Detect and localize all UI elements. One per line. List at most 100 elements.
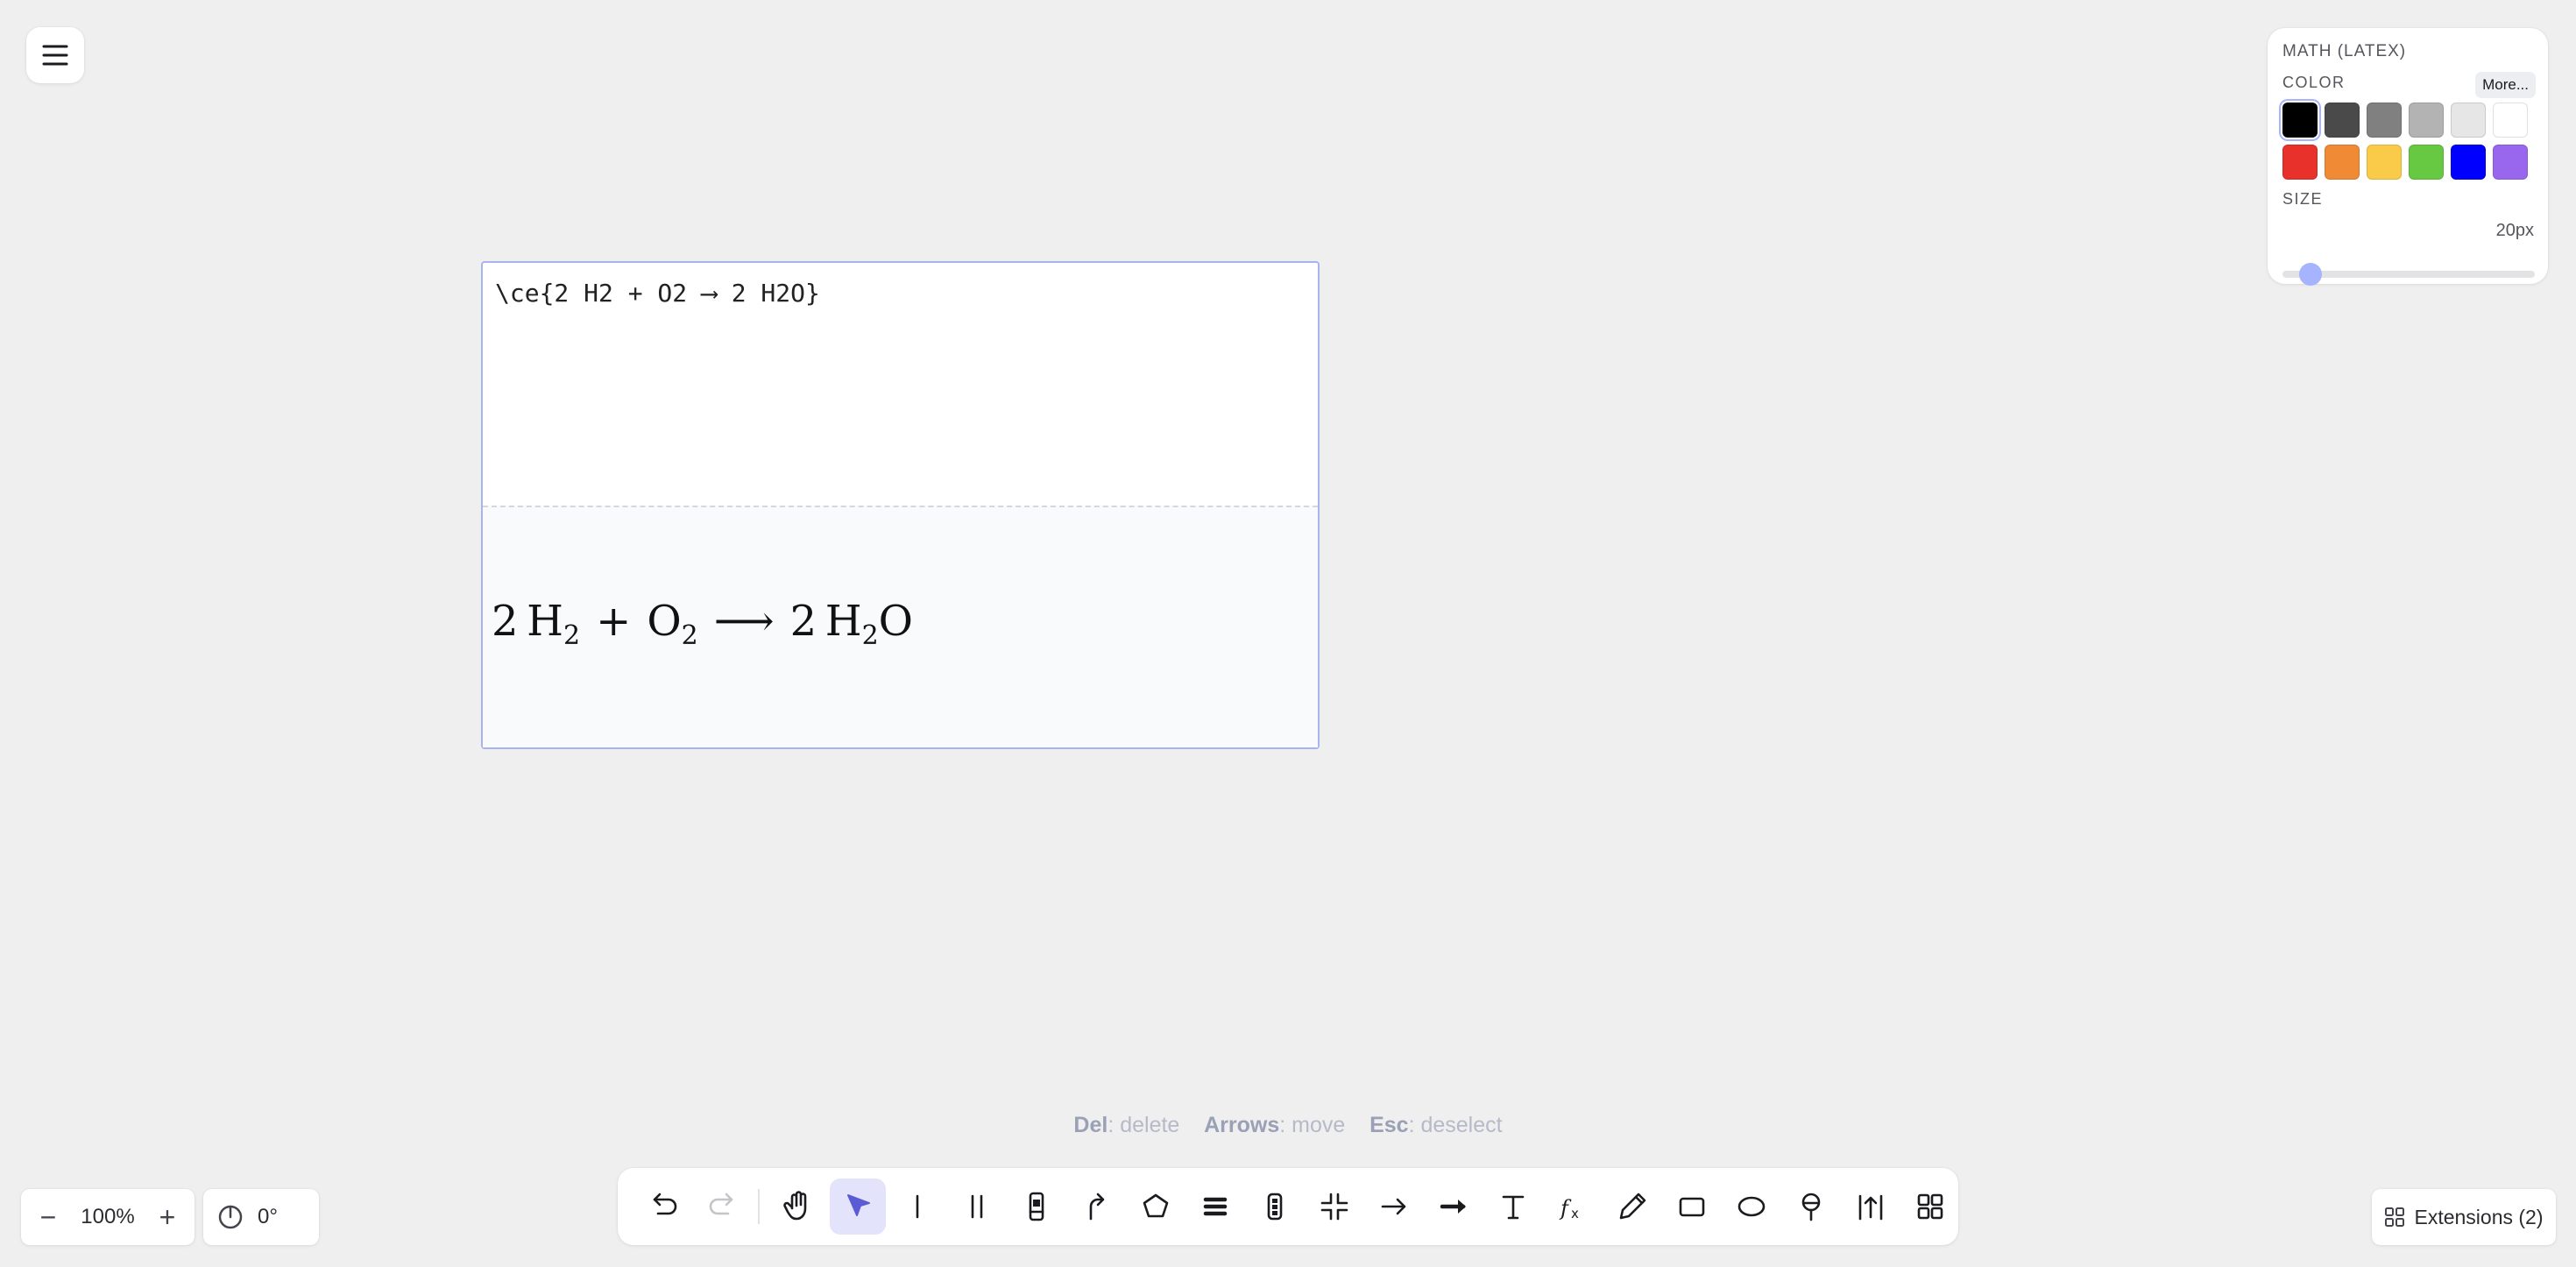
- arrow-icon: [1381, 1198, 1406, 1215]
- plus-sign: +: [596, 597, 632, 646]
- vector-up-tool-button[interactable]: [1843, 1179, 1899, 1235]
- pentagon-tool-button[interactable]: [1128, 1179, 1184, 1235]
- rectangle-tool-button[interactable]: [1664, 1179, 1720, 1235]
- pin-tool-button[interactable]: [1783, 1179, 1839, 1235]
- properties-panel: MATH (LATEX) COLOR More... SIZE 20px: [2268, 28, 2548, 286]
- device-icon: [1029, 1192, 1044, 1221]
- toolbar-divider: [758, 1189, 760, 1224]
- color-swatch[interactable]: [2409, 103, 2444, 138]
- vector-up-icon: [1858, 1194, 1883, 1221]
- subscript: 2: [563, 620, 581, 651]
- bold-arrow-tool-button[interactable]: [1426, 1179, 1482, 1235]
- reaction-arrow: ⟶: [713, 597, 775, 646]
- color-swatches: [2282, 103, 2528, 180]
- hamburger-icon: [42, 45, 68, 66]
- device-tool-button[interactable]: [1008, 1179, 1065, 1235]
- color-swatch[interactable]: [2451, 103, 2486, 138]
- redo-icon: [709, 1193, 733, 1215]
- grid-icon: [2385, 1207, 2405, 1227]
- function-tool-button[interactable]: fx: [1545, 1179, 1601, 1235]
- function-icon: fx: [1559, 1196, 1579, 1221]
- grid-icon: [1917, 1193, 1943, 1220]
- text-tool-button[interactable]: [1485, 1179, 1541, 1235]
- color-swatch[interactable]: [2493, 145, 2528, 180]
- single-line-tool-button[interactable]: [889, 1179, 945, 1235]
- color-swatch[interactable]: [2409, 145, 2444, 180]
- tool-toolbar: fx: [618, 1168, 1958, 1245]
- rotation-dial-icon: [203, 1203, 258, 1231]
- color-swatch[interactable]: [2282, 145, 2318, 180]
- color-swatch[interactable]: [2282, 103, 2318, 138]
- element-symbol: O: [878, 597, 914, 646]
- element-symbol: O: [647, 597, 682, 646]
- color-swatch[interactable]: [2367, 145, 2402, 180]
- ellipse-icon: [1737, 1196, 1766, 1217]
- hint-text: : deselect: [1408, 1113, 1503, 1137]
- zoom-level[interactable]: 100%: [75, 1205, 140, 1229]
- hint-key: Esc: [1369, 1113, 1409, 1137]
- hand-icon: [783, 1191, 807, 1221]
- size-slider-thumb[interactable]: [2298, 263, 2322, 286]
- math-element[interactable]: \ce{2 H2 + O2 ⟶ 2 H2O} 2 H2 + O2 ⟶ 2 H2O: [481, 261, 1320, 749]
- more-colors-button[interactable]: More...: [2475, 72, 2536, 98]
- pencil-icon: [1619, 1193, 1646, 1220]
- svg-text:f: f: [1559, 1196, 1572, 1221]
- color-swatch[interactable]: [2367, 103, 2402, 138]
- size-slider[interactable]: [2282, 263, 2535, 286]
- stack-tool-button[interactable]: [1187, 1179, 1243, 1235]
- color-label: COLOR: [2282, 74, 2346, 91]
- battery-tool-button[interactable]: [1247, 1179, 1303, 1235]
- double-line-tool-button[interactable]: [949, 1179, 1005, 1235]
- element-symbol: H: [527, 597, 563, 646]
- pentagon-icon: [1143, 1193, 1169, 1218]
- rendered-equation: 2 H2 + O2 ⟶ 2 H2O: [492, 597, 913, 651]
- color-swatch[interactable]: [2493, 103, 2528, 138]
- main-menu-button[interactable]: [26, 27, 84, 83]
- undo-tool-button[interactable]: [635, 1179, 691, 1235]
- bold-arrow-icon: [1440, 1200, 1466, 1214]
- coefficient: 2: [789, 597, 817, 646]
- keyboard-hints: Del: delete Arrows: move Esc: deselect: [0, 1113, 2576, 1138]
- size-label: SIZE: [2282, 190, 2324, 208]
- ellipse-tool-button[interactable]: [1723, 1179, 1780, 1235]
- latex-source[interactable]: \ce{2 H2 + O2 ⟶ 2 H2O}: [495, 279, 820, 308]
- arrow-tool-button[interactable]: [1366, 1179, 1422, 1235]
- compress-icon: [1320, 1193, 1348, 1221]
- pin-icon: [1801, 1193, 1821, 1221]
- zoom-in-button[interactable]: +: [140, 1189, 195, 1245]
- rotation-value: 0°: [258, 1205, 278, 1228]
- zoom-controls: − 100% +: [21, 1189, 195, 1245]
- single-line-icon: [916, 1194, 919, 1219]
- panel-title: MATH (LATEX): [2282, 42, 2407, 60]
- math-render-area: 2 H2 + O2 ⟶ 2 H2O: [483, 506, 1318, 747]
- zoom-out-button[interactable]: −: [21, 1189, 75, 1245]
- svg-text:x: x: [1571, 1206, 1579, 1221]
- hand-tool-button[interactable]: [770, 1179, 826, 1235]
- hint-text: : delete: [1108, 1113, 1180, 1137]
- battery-icon: [1267, 1193, 1283, 1221]
- color-swatch[interactable]: [2325, 145, 2360, 180]
- element-symbol: H: [824, 597, 862, 646]
- undo-icon: [653, 1193, 677, 1215]
- rotation-control[interactable]: 0°: [203, 1189, 319, 1245]
- curved-arrow-tool-button[interactable]: [1068, 1179, 1124, 1235]
- compress-tool-button[interactable]: [1306, 1179, 1362, 1235]
- coefficient: 2: [492, 597, 519, 646]
- grid-tool-button[interactable]: [1902, 1179, 1958, 1235]
- select-pointer-icon: [847, 1194, 870, 1216]
- hint-text: : move: [1279, 1113, 1346, 1137]
- subscript: 2: [681, 620, 698, 651]
- hint-key: Del: [1073, 1113, 1108, 1137]
- color-swatch[interactable]: [2325, 103, 2360, 138]
- rectangle-icon: [1679, 1197, 1705, 1217]
- size-value: 20px: [2495, 221, 2534, 240]
- extensions-label: Extensions (2): [2414, 1205, 2544, 1228]
- redo-tool-button[interactable]: [695, 1179, 751, 1235]
- select-pointer-tool-button[interactable]: [830, 1179, 886, 1235]
- subscript: 2: [861, 620, 879, 651]
- color-swatch[interactable]: [2451, 145, 2486, 180]
- pencil-tool-button[interactable]: [1604, 1179, 1660, 1235]
- double-line-icon: [971, 1194, 983, 1219]
- hint-key: Arrows: [1204, 1113, 1280, 1137]
- extensions-button[interactable]: Extensions (2): [2372, 1189, 2556, 1245]
